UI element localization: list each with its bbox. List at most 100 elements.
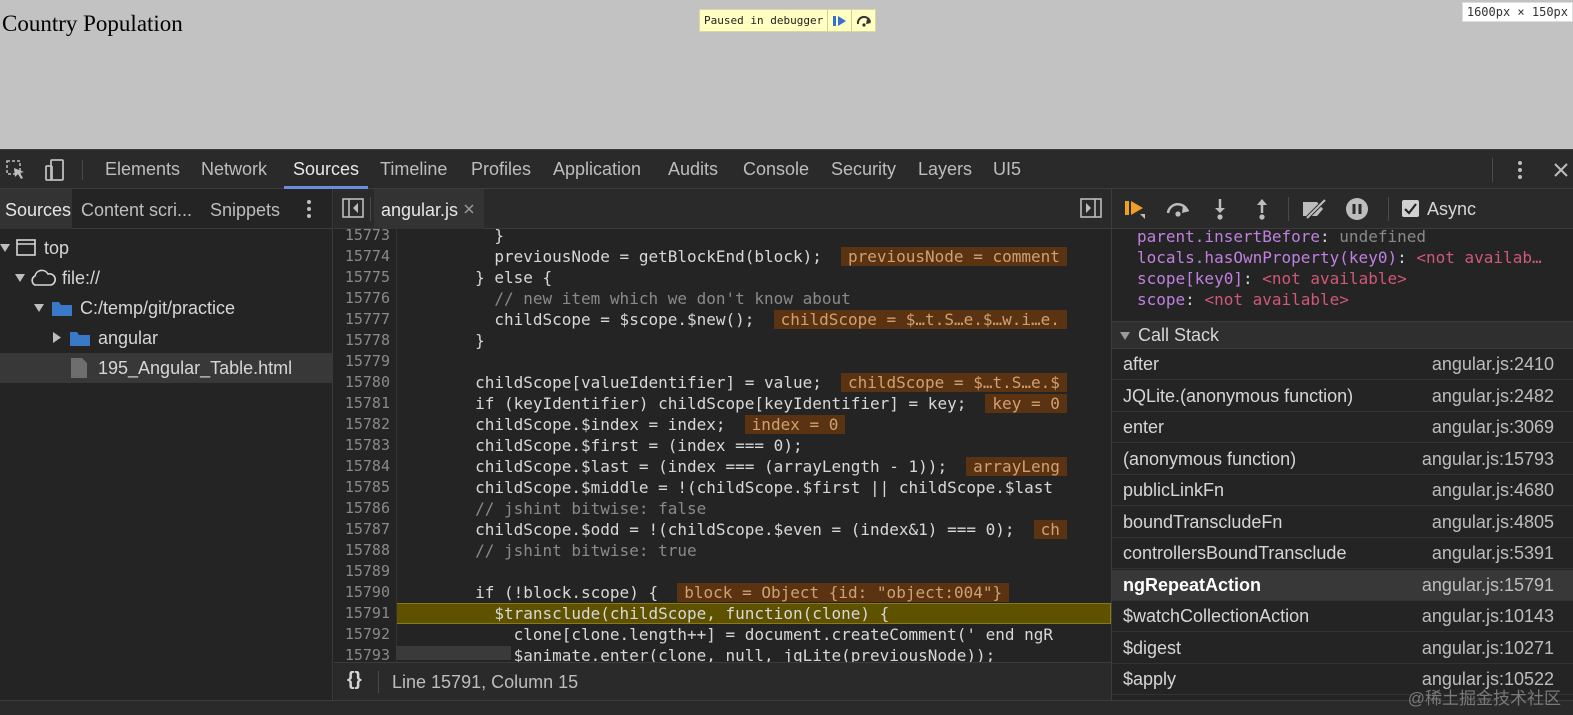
call-frame[interactable]: $watchCollectionAction angular.js:10143 <box>1112 601 1573 632</box>
navigator-menu-button[interactable] <box>306 199 312 224</box>
nav-tab-sources[interactable]: Sources <box>0 189 72 229</box>
code-line[interactable]: 15788 // jshint bitwise: true <box>334 540 1111 561</box>
code-line[interactable]: 15784 childScope.$last = (index === (arr… <box>334 456 1111 477</box>
line-number[interactable]: 15784 <box>334 456 390 477</box>
tab-sources[interactable]: Sources <box>293 150 359 188</box>
line-number[interactable]: 15779 <box>334 351 390 372</box>
code-line-current[interactable]: 15791 $transclude(childScope, function(c… <box>334 603 1111 624</box>
code-line[interactable]: 15785 childScope.$middle = !(childScope.… <box>334 477 1111 498</box>
code-line[interactable]: 15776 // new item which we don't know ab… <box>334 288 1111 309</box>
line-number[interactable]: 15775 <box>334 267 390 288</box>
code-line[interactable]: 15787 childScope.$odd = !(childScope.$ev… <box>334 519 1111 540</box>
line-number[interactable]: 15782 <box>334 414 390 435</box>
call-frame-location[interactable]: angular.js:2410 <box>1432 349 1554 380</box>
tree-item-file[interactable]: 195_Angular_Table.html <box>0 353 333 383</box>
tab-layers[interactable]: Layers <box>918 150 972 188</box>
deactivate-breakpoints-button[interactable] <box>1301 197 1329 221</box>
call-frame[interactable]: ngRepeatAction angular.js:15791 <box>1112 569 1573 601</box>
call-frame-location[interactable]: angular.js:2482 <box>1432 381 1554 412</box>
tab-profiles[interactable]: Profiles <box>471 150 531 188</box>
call-frame-location[interactable]: angular.js:4805 <box>1432 507 1554 538</box>
tab-audits[interactable]: Audits <box>668 150 718 188</box>
scope-variable[interactable]: locals.hasOwnProperty(key0): <not availa… <box>1137 247 1542 268</box>
call-frame-location[interactable]: angular.js:5391 <box>1432 538 1554 569</box>
editor-tab-angular-js[interactable]: angular.js <box>374 189 484 229</box>
line-number[interactable]: 15777 <box>334 309 390 330</box>
scope-variable[interactable]: parent.insertBefore: undefined <box>1137 226 1426 247</box>
device-toolbar-button[interactable] <box>40 150 70 190</box>
line-number[interactable]: 15785 <box>334 477 390 498</box>
code-line[interactable]: 15777 childScope = $scope.$new(); childSc… <box>334 309 1111 330</box>
code-line[interactable]: 15773 } <box>334 229 1111 246</box>
line-number[interactable]: 15783 <box>334 435 390 456</box>
tab-network[interactable]: Network <box>201 150 267 188</box>
tree-item-folder-practice[interactable]: C:/temp/git/practice <box>0 293 333 323</box>
code-line[interactable]: 15774 previousNode = getBlockEnd(block);… <box>334 246 1111 267</box>
call-stack-header[interactable]: Call Stack <box>1112 321 1573 349</box>
code-line[interactable]: 15775 } else { <box>334 267 1111 288</box>
pause-on-exceptions-button[interactable] <box>1345 197 1369 221</box>
code-line[interactable]: 15778 } <box>334 330 1111 351</box>
line-number[interactable]: 15773 <box>334 229 390 246</box>
tab-ui5[interactable]: UI5 <box>993 150 1021 188</box>
line-number[interactable]: 15791 <box>334 603 390 624</box>
nav-tab-content-scripts[interactable]: Content scri... <box>81 189 192 229</box>
call-frame[interactable]: after angular.js:2410 <box>1112 349 1573 380</box>
step-over-overlay-button[interactable] <box>851 10 875 31</box>
call-frame-location[interactable]: angular.js:4680 <box>1432 475 1554 506</box>
code-line[interactable]: 15786 // jshint bitwise: false <box>334 498 1111 519</box>
inspect-element-button[interactable] <box>2 150 30 190</box>
step-out-button[interactable] <box>1250 197 1274 221</box>
line-number[interactable]: 15789 <box>334 561 390 582</box>
line-number[interactable]: 15788 <box>334 540 390 561</box>
code-line[interactable]: 15779 <box>334 351 1111 372</box>
line-number[interactable]: 15776 <box>334 288 390 309</box>
close-devtools-button[interactable] <box>1548 150 1573 190</box>
call-frame[interactable]: publicLinkFn angular.js:4680 <box>1112 475 1573 506</box>
nav-tab-snippets[interactable]: Snippets <box>210 189 280 229</box>
step-over-button[interactable] <box>1165 197 1189 221</box>
call-frame-location[interactable]: angular.js:15793 <box>1422 444 1554 475</box>
scope-variable[interactable]: scope[key0]: <not available> <box>1137 268 1407 289</box>
line-number[interactable]: 15781 <box>334 393 390 414</box>
code-line[interactable]: 15782 childScope.$index = index; index = … <box>334 414 1111 435</box>
tree-item-folder-angular[interactable]: angular <box>0 323 333 353</box>
step-into-button[interactable] <box>1208 197 1232 221</box>
tab-timeline[interactable]: Timeline <box>380 150 447 188</box>
line-number[interactable]: 15780 <box>334 372 390 393</box>
toggle-navigator-button[interactable] <box>342 198 364 223</box>
tab-security[interactable]: Security <box>831 150 896 188</box>
close-tab-icon[interactable] <box>464 204 474 214</box>
line-number[interactable]: 15774 <box>334 246 390 267</box>
line-number[interactable]: 15793 <box>334 645 390 662</box>
customize-menu-button[interactable] <box>1508 150 1532 190</box>
call-frame-location[interactable]: angular.js:10271 <box>1422 633 1554 664</box>
call-frame[interactable]: JQLite.(anonymous function) angular.js:24… <box>1112 381 1573 412</box>
line-number[interactable]: 15790 <box>334 582 390 603</box>
tab-elements[interactable]: Elements <box>105 150 180 188</box>
line-number[interactable]: 15786 <box>334 498 390 519</box>
line-number[interactable]: 15778 <box>334 330 390 351</box>
horizontal-scrollbar[interactable] <box>396 646 511 660</box>
resume-button[interactable] <box>1123 197 1147 221</box>
call-frame-location[interactable]: angular.js:10143 <box>1422 601 1554 632</box>
code-area[interactable]: 15773 } 15774 previousNode = getBlockEnd(… <box>334 229 1111 662</box>
tree-item-top[interactable]: top <box>0 233 333 263</box>
tree-item-origin[interactable]: file:// <box>0 263 333 293</box>
pretty-print-button[interactable]: {} <box>347 669 362 691</box>
scope-variable[interactable]: scope: <not available> <box>1137 289 1349 310</box>
code-line[interactable]: 15783 childScope.$first = (index === 0); <box>334 435 1111 456</box>
line-number[interactable]: 15787 <box>334 519 390 540</box>
call-frame[interactable]: boundTranscludeFn angular.js:4805 <box>1112 507 1573 538</box>
code-line[interactable]: 15780 childScope[valueIdentifier] = valu… <box>334 372 1111 393</box>
code-line[interactable]: 15789 <box>334 561 1111 582</box>
call-frame-location[interactable]: angular.js:15791 <box>1422 570 1554 601</box>
async-checkbox[interactable] <box>1402 200 1419 217</box>
call-frame[interactable]: $digest angular.js:10271 <box>1112 633 1573 664</box>
code-line[interactable]: 15790 if (!block.scope) {block = Object … <box>334 582 1111 603</box>
line-number[interactable]: 15792 <box>334 624 390 645</box>
call-frame[interactable]: (anonymous function) angular.js:15793 <box>1112 444 1573 475</box>
call-frame[interactable]: enter angular.js:3069 <box>1112 412 1573 443</box>
code-line[interactable]: 15781 if (keyIdentifier) childScope[keyI… <box>334 393 1111 414</box>
toggle-debugger-sidebar-button[interactable] <box>1080 198 1102 223</box>
